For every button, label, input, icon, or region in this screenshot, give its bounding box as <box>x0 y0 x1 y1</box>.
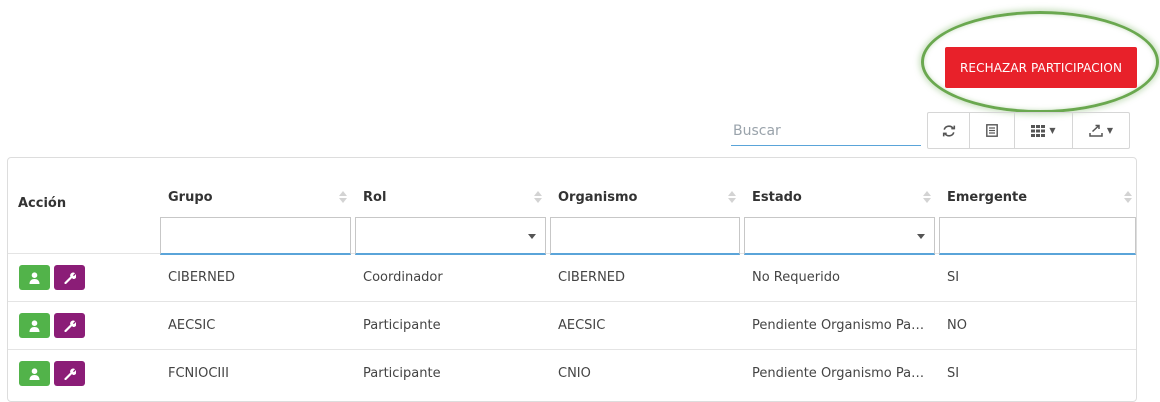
view-user-button[interactable] <box>19 361 50 386</box>
edit-button[interactable] <box>54 313 85 338</box>
estado-cell: Pendiente Organismo Parti... <box>742 349 937 397</box>
user-icon <box>29 367 40 380</box>
user-icon <box>29 319 40 332</box>
column-label: Emergente <box>947 190 1028 205</box>
table-header-row: Acción Grupo Rol Organismo Estado Emerge… <box>8 158 1136 255</box>
table-toolbar: ▼ ▼ <box>927 112 1130 149</box>
sort-icon[interactable] <box>1124 191 1132 204</box>
user-icon <box>29 271 40 284</box>
search-input[interactable] <box>731 117 925 145</box>
rol-cell: Coordinador <box>353 253 548 302</box>
action-cell <box>8 253 158 302</box>
reject-participation-button[interactable]: RECHAZAR PARTICIPACION <box>945 47 1137 88</box>
estado-cell: Pendiente Organismo Parti... <box>742 301 937 350</box>
column-label: Acción <box>18 196 67 211</box>
action-cell <box>8 301 158 350</box>
edit-button[interactable] <box>54 361 85 386</box>
table-row: CIBERNED Coordinador CIBERNED No Requeri… <box>8 253 1136 302</box>
participants-table-panel: Acción Grupo Rol Organismo Estado Emerge… <box>7 157 1137 402</box>
column-label: Grupo <box>168 190 213 205</box>
toggle-view-icon <box>986 124 998 137</box>
grupo-cell: CIBERNED <box>158 253 353 302</box>
rol-cell: Participante <box>353 301 548 350</box>
organismo-filter-input[interactable] <box>550 217 740 255</box>
search-field[interactable] <box>731 117 925 146</box>
grupo-cell: AECSIC <box>158 301 353 350</box>
export-icon <box>1089 124 1103 137</box>
chevron-down-icon: ▼ <box>1106 126 1114 135</box>
wrench-icon <box>63 320 76 332</box>
estado-cell: No Requerido <box>742 253 937 302</box>
column-header-emergente[interactable]: Emergente <box>937 158 1136 255</box>
column-header-rol[interactable]: Rol <box>353 158 548 255</box>
column-label: Organismo <box>558 190 638 205</box>
column-header-accion: Acción <box>8 158 158 254</box>
view-user-button[interactable] <box>19 265 50 290</box>
column-header-estado[interactable]: Estado <box>742 158 937 255</box>
wrench-icon <box>63 368 76 380</box>
refresh-icon <box>942 124 955 137</box>
grupo-filter-input[interactable] <box>160 217 351 255</box>
rol-cell: Participante <box>353 349 548 397</box>
rol-filter-select[interactable] <box>355 217 546 255</box>
column-label: Rol <box>363 190 387 205</box>
estado-filter-select[interactable] <box>744 217 935 255</box>
sort-icon[interactable] <box>339 191 347 204</box>
grupo-cell: FCNIOCIII <box>158 349 353 397</box>
emergente-filter-input[interactable] <box>939 217 1136 255</box>
column-header-organismo[interactable]: Organismo <box>548 158 742 255</box>
emergente-cell: SI <box>937 253 1136 302</box>
table-row: FCNIOCIII Participante CNIO Pendiente Or… <box>8 349 1136 397</box>
wrench-icon <box>63 272 76 284</box>
emergente-cell: SI <box>937 349 1136 397</box>
refresh-button[interactable] <box>928 113 970 148</box>
columns-icon <box>1031 124 1046 137</box>
columns-button[interactable]: ▼ <box>1015 113 1073 148</box>
export-button[interactable]: ▼ <box>1073 113 1129 148</box>
column-label: Estado <box>752 190 802 205</box>
organismo-cell: AECSIC <box>548 301 742 350</box>
sort-icon[interactable] <box>534 191 542 204</box>
action-cell <box>8 349 158 397</box>
sort-icon[interactable] <box>728 191 736 204</box>
table-row: AECSIC Participante AECSIC Pendiente Org… <box>8 301 1136 350</box>
column-header-grupo[interactable]: Grupo <box>158 158 353 255</box>
organismo-cell: CIBERNED <box>548 253 742 302</box>
chevron-down-icon: ▼ <box>1049 126 1056 135</box>
organismo-cell: CNIO <box>548 349 742 397</box>
view-user-button[interactable] <box>19 313 50 338</box>
emergente-cell: NO <box>937 301 1136 350</box>
edit-button[interactable] <box>54 265 85 290</box>
toggle-view-button[interactable] <box>970 113 1015 148</box>
participants-table: Acción Grupo Rol Organismo Estado Emerge… <box>8 158 1136 397</box>
sort-icon[interactable] <box>923 191 931 204</box>
